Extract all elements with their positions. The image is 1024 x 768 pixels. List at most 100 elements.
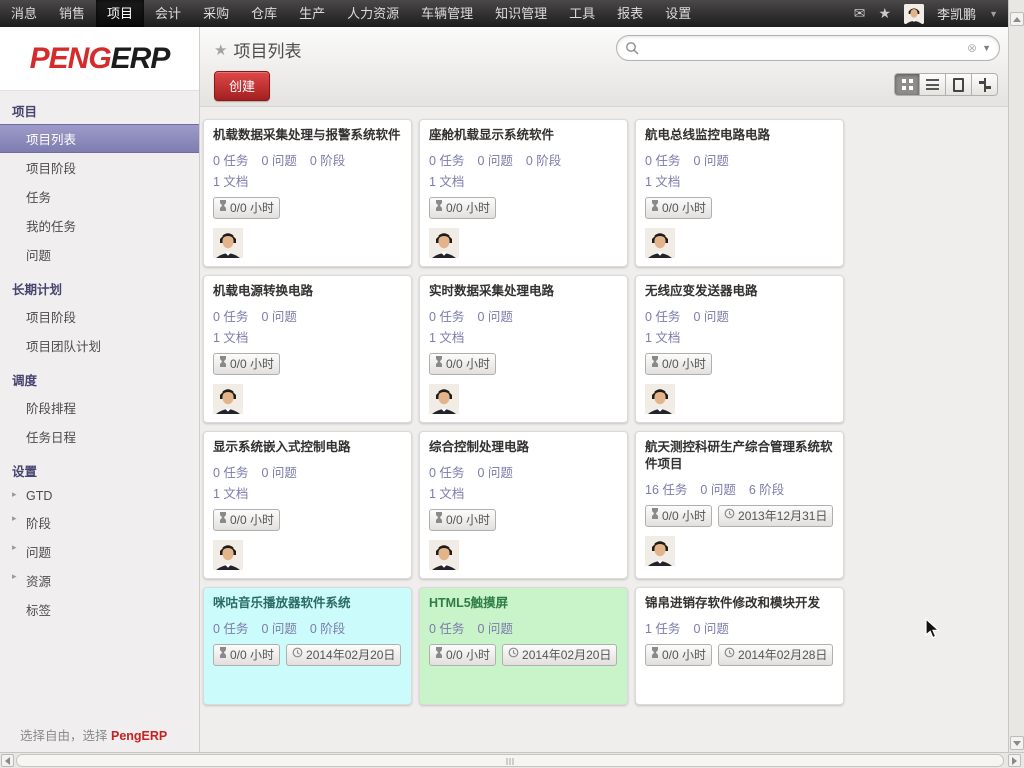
sidebar-item-项目列表[interactable]: 项目列表 <box>0 124 199 153</box>
project-card-title[interactable]: 无线应变发送器电路 <box>645 283 834 300</box>
project-card[interactable]: 航电总线监控电路电路0 任务0 问题1 文档0/0 小时 <box>635 119 844 267</box>
stat-link[interactable]: 0 任务 <box>645 154 680 168</box>
documents-link[interactable]: 1 文档 <box>429 171 618 190</box>
favorite-star-icon[interactable]: ★ <box>214 41 227 59</box>
project-card-title[interactable]: 咪咕音乐播放器软件系统 <box>213 595 402 612</box>
expand-arrow-icon[interactable]: ▸ <box>12 513 17 524</box>
top-menu-item-报表[interactable]: 报表 <box>606 0 654 27</box>
vertical-scrollbar[interactable] <box>1008 0 1024 752</box>
sidebar-item-项目阶段[interactable]: 项目阶段 <box>0 153 199 182</box>
top-menu-item-车辆管理[interactable]: 车辆管理 <box>410 0 484 27</box>
user-name[interactable]: 李凯鹏 <box>937 4 976 23</box>
top-menu-item-生产[interactable]: 生产 <box>288 0 336 27</box>
stat-link[interactable]: 0 任务 <box>645 310 680 324</box>
documents-link[interactable]: 1 文档 <box>645 171 834 190</box>
project-card-title[interactable]: 锦帛进销存软件修改和模块开发 <box>645 595 834 612</box>
sidebar-item-我的任务[interactable]: 我的任务 <box>0 211 199 240</box>
top-menu-item-仓库[interactable]: 仓库 <box>240 0 288 27</box>
stat-link[interactable]: 0 问题 <box>693 154 728 168</box>
stat-link[interactable]: 0 任务 <box>213 466 248 480</box>
sidebar-item-问题[interactable]: 问题 <box>0 240 199 269</box>
horizontal-scrollbar[interactable] <box>0 752 1024 768</box>
stat-link[interactable]: 0 问题 <box>477 622 512 636</box>
project-card[interactable]: 航天测控科研生产综合管理系统软件项目16 任务0 问题6 阶段0/0 小时201… <box>635 431 844 579</box>
project-card[interactable]: HTML5触摸屏0 任务0 问题0/0 小时2014年02月20日 <box>419 587 628 705</box>
stat-link[interactable]: 0 任务 <box>429 310 464 324</box>
sidebar-item-阶段排程[interactable]: 阶段排程 <box>0 393 199 422</box>
kanban-view-button[interactable] <box>894 73 920 96</box>
documents-link[interactable]: 1 文档 <box>213 327 402 346</box>
mail-icon[interactable]: ✉ <box>854 0 866 27</box>
stat-link[interactable]: 6 阶段 <box>749 483 784 497</box>
stat-link[interactable]: 0 问题 <box>700 483 735 497</box>
project-card[interactable]: 机载电源转换电路0 任务0 问题1 文档0/0 小时 <box>203 275 412 423</box>
top-menu-item-项目[interactable]: 项目 <box>96 0 144 27</box>
top-menu-item-销售[interactable]: 销售 <box>48 0 96 27</box>
expand-arrow-icon[interactable]: ▸ <box>12 489 17 500</box>
project-card-title[interactable]: 座舱机载显示系统软件 <box>429 127 618 144</box>
list-view-button[interactable] <box>920 73 946 96</box>
project-card[interactable]: 机载数据采集处理与报警系统软件0 任务0 问题0 阶段1 文档0/0 小时 <box>203 119 412 267</box>
stat-link[interactable]: 1 任务 <box>645 622 680 636</box>
user-menu-caret-icon[interactable]: ▼ <box>989 9 998 19</box>
sidebar-item-阶段[interactable]: ▸阶段 <box>0 508 199 537</box>
stat-link[interactable]: 0 任务 <box>429 622 464 636</box>
stat-link[interactable]: 0 问题 <box>693 310 728 324</box>
project-card[interactable]: 实时数据采集处理电路0 任务0 问题1 文档0/0 小时 <box>419 275 628 423</box>
stat-link[interactable]: 0 阶段 <box>310 154 345 168</box>
top-menu-item-采购[interactable]: 采购 <box>192 0 240 27</box>
sidebar-item-资源[interactable]: ▸资源 <box>0 566 199 595</box>
project-card[interactable]: 座舱机载显示系统软件0 任务0 问题0 阶段1 文档0/0 小时 <box>419 119 628 267</box>
stat-link[interactable]: 0 任务 <box>213 310 248 324</box>
scroll-left-button[interactable] <box>1 754 14 767</box>
create-button[interactable]: 创建 <box>214 71 270 101</box>
documents-link[interactable]: 1 文档 <box>429 483 618 502</box>
scroll-down-button[interactable] <box>1010 736 1024 750</box>
project-card-title[interactable]: 航天测控科研生产综合管理系统软件项目 <box>645 439 834 473</box>
sidebar-item-项目团队计划[interactable]: 项目团队计划 <box>0 331 199 360</box>
project-card-title[interactable]: 机载电源转换电路 <box>213 283 402 300</box>
stat-link[interactable]: 0 问题 <box>261 466 296 480</box>
top-menu-item-消息[interactable]: 消息 <box>0 0 48 27</box>
documents-link[interactable]: 1 文档 <box>213 483 402 502</box>
sidebar-item-任务[interactable]: 任务 <box>0 182 199 211</box>
project-card-title[interactable]: HTML5触摸屏 <box>429 595 618 612</box>
form-view-button[interactable] <box>946 73 972 96</box>
project-card[interactable]: 咪咕音乐播放器软件系统0 任务0 问题0 阶段0/0 小时2014年02月20日 <box>203 587 412 705</box>
search-clear-icon[interactable]: ⊗ <box>967 41 977 55</box>
documents-link[interactable]: 1 文档 <box>213 171 402 190</box>
documents-link[interactable]: 1 文档 <box>429 327 618 346</box>
horizontal-scrollbar-thumb[interactable] <box>16 754 1004 767</box>
project-card-title[interactable]: 航电总线监控电路电路 <box>645 127 834 144</box>
sidebar-item-问题[interactable]: ▸问题 <box>0 537 199 566</box>
sidebar-item-任务日程[interactable]: 任务日程 <box>0 422 199 451</box>
stat-link[interactable]: 16 任务 <box>645 483 687 497</box>
project-card[interactable]: 显示系统嵌入式控制电路0 任务0 问题1 文档0/0 小时 <box>203 431 412 579</box>
stat-link[interactable]: 0 问题 <box>261 622 296 636</box>
top-menu-item-工具[interactable]: 工具 <box>558 0 606 27</box>
scroll-up-button[interactable] <box>1010 12 1024 26</box>
stat-link[interactable]: 0 阶段 <box>310 622 345 636</box>
top-menu-item-知识管理[interactable]: 知识管理 <box>484 0 558 27</box>
stat-link[interactable]: 0 任务 <box>213 154 248 168</box>
scroll-right-button[interactable] <box>1008 754 1021 767</box>
project-card[interactable]: 锦帛进销存软件修改和模块开发1 任务0 问题0/0 小时2014年02月28日 <box>635 587 844 705</box>
sidebar-item-GTD[interactable]: ▸GTD <box>0 484 199 508</box>
stat-link[interactable]: 0 任务 <box>429 154 464 168</box>
expand-arrow-icon[interactable]: ▸ <box>12 571 17 582</box>
stat-link[interactable]: 0 任务 <box>213 622 248 636</box>
project-card-title[interactable]: 实时数据采集处理电路 <box>429 283 618 300</box>
project-card-title[interactable]: 显示系统嵌入式控制电路 <box>213 439 402 456</box>
documents-link[interactable]: 1 文档 <box>645 327 834 346</box>
stat-link[interactable]: 0 问题 <box>261 154 296 168</box>
sidebar-item-标签[interactable]: 标签 <box>0 595 199 624</box>
top-menu-item-会计[interactable]: 会计 <box>144 0 192 27</box>
stat-link[interactable]: 0 问题 <box>477 310 512 324</box>
stat-link[interactable]: 0 问题 <box>477 466 512 480</box>
project-card[interactable]: 综合控制处理电路0 任务0 问题1 文档0/0 小时 <box>419 431 628 579</box>
sidebar-item-项目阶段[interactable]: 项目阶段 <box>0 302 199 331</box>
stat-link[interactable]: 0 任务 <box>429 466 464 480</box>
stat-link[interactable]: 0 阶段 <box>526 154 561 168</box>
search-input[interactable] <box>645 38 967 58</box>
expand-arrow-icon[interactable]: ▸ <box>12 542 17 553</box>
